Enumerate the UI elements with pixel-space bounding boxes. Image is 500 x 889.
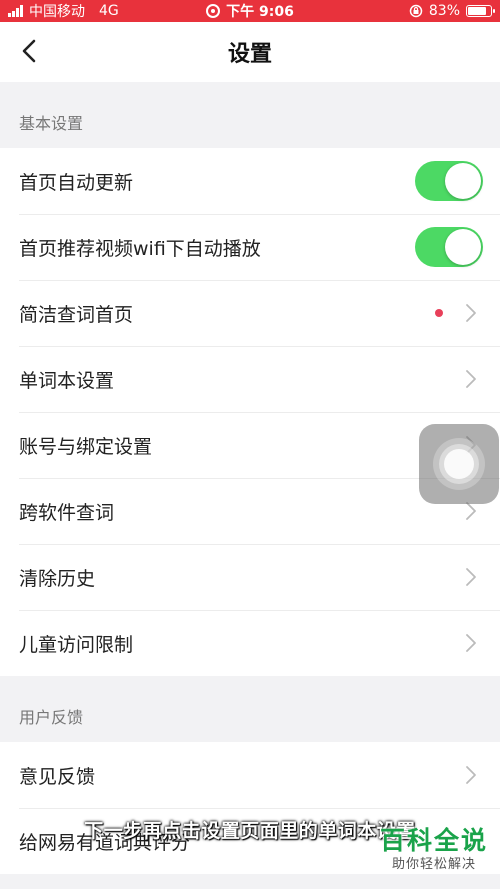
- watermark-subtitle: 助你轻松解决: [391, 857, 476, 872]
- new-badge-dot: [435, 309, 443, 317]
- carrier-name: 中国移动: [29, 4, 85, 20]
- recording-icon: [206, 4, 221, 18]
- battery-fill: [468, 7, 487, 15]
- setting-label: 清除历史: [19, 567, 96, 590]
- status-right: 83%: [409, 3, 495, 19]
- assistive-touch-core: [444, 449, 474, 479]
- chevron-right-icon: [466, 766, 476, 784]
- back-arrow-icon: [22, 39, 36, 63]
- chevron-right-icon: [466, 304, 476, 322]
- battery-percent: 83%: [428, 3, 460, 19]
- setting-label: 首页推荐视频wifi下自动播放: [19, 237, 261, 260]
- section-header-feedback: 用户反馈: [19, 708, 84, 727]
- status-bar: 中国移动 4G 下午 9:06 83%: [0, 0, 500, 22]
- chevron-right-icon: [466, 370, 476, 388]
- assistive-touch-ring: [439, 444, 479, 484]
- setting-row-clear-history[interactable]: 清除历史: [0, 544, 500, 610]
- setting-label: 简洁查词首页: [19, 303, 134, 326]
- lock-rotation-icon: [409, 4, 423, 18]
- toggle-knob: [445, 163, 481, 199]
- signal-icon: [8, 5, 23, 17]
- setting-row-wordbook[interactable]: 单词本设置: [0, 346, 500, 412]
- setting-label: 儿童访问限制: [19, 633, 134, 656]
- setting-row-child-restriction[interactable]: 儿童访问限制: [0, 610, 500, 676]
- back-button[interactable]: [14, 36, 44, 66]
- setting-row-simple-lookup[interactable]: 简洁查词首页: [0, 280, 500, 346]
- homepage-auto-update-toggle[interactable]: [415, 161, 483, 201]
- video-autoplay-toggle[interactable]: [415, 227, 483, 267]
- chevron-right-icon: [466, 634, 476, 652]
- status-time: 下午 9:06: [226, 4, 294, 20]
- setting-row-feedback[interactable]: 意见反馈: [0, 742, 500, 808]
- nav-bar: 设置: [0, 22, 500, 82]
- setting-label: 账号与绑定设置: [19, 435, 153, 458]
- battery-icon: [466, 5, 495, 17]
- toggle-knob: [445, 229, 481, 265]
- status-left: 中国移动 4G: [8, 1, 119, 21]
- assistive-touch-ring: [433, 438, 485, 490]
- watermark-title: 百科全说: [379, 826, 488, 855]
- basic-settings-list: 首页自动更新 首页推荐视频wifi下自动播放 简洁查词首页 单词本设置 账号与绑…: [0, 148, 500, 676]
- page-title: 设置: [227, 42, 272, 67]
- setting-label: 跨软件查词: [19, 501, 115, 524]
- section-header-basic: 基本设置: [19, 114, 84, 133]
- setting-row-homepage-auto-update[interactable]: 首页自动更新: [0, 148, 500, 214]
- watermark-logo: 百科全说 助你轻松解决: [375, 826, 493, 880]
- chevron-right-icon: [466, 568, 476, 586]
- setting-label: 意见反馈: [19, 765, 96, 788]
- network-type: 4G: [99, 3, 119, 19]
- chevron-right-icon: [466, 502, 476, 520]
- setting-row-video-autoplay[interactable]: 首页推荐视频wifi下自动播放: [0, 214, 500, 280]
- setting-label: 首页自动更新: [19, 171, 134, 194]
- setting-label: 单词本设置: [19, 369, 115, 392]
- assistive-touch-icon[interactable]: [419, 424, 499, 504]
